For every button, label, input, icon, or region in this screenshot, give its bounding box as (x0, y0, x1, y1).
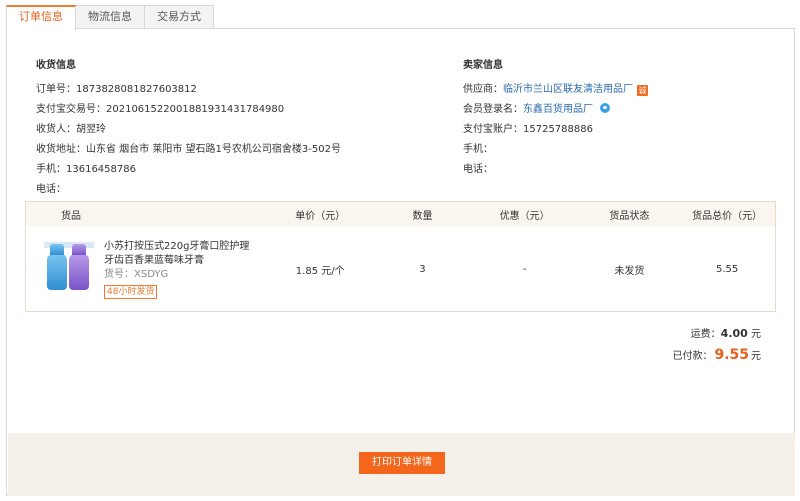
alipay-trade-row: 支付宝交易号：2021061522001881931431784980 (36, 104, 285, 115)
member-link[interactable]: 东鑫百货用品厂 (523, 104, 593, 115)
header-total: 货品总价（元） (692, 210, 763, 222)
product-code: 货号：XSDYG (104, 268, 169, 280)
receiver-address: 山东省 烟台市 莱阳市 望石路1号农机公司宿舍楼3-502号 (86, 144, 341, 155)
tab-logistics-info[interactable]: 物流信息 (75, 5, 145, 29)
seller-info-title: 卖家信息 (463, 60, 503, 71)
wangwang-chat-icon[interactable] (600, 103, 610, 113)
receiver-address-row: 收货地址：山东省 烟台市 莱阳市 望石路1号农机公司宿舍楼3-502号 (36, 144, 341, 155)
header-product: 货品 (61, 210, 81, 222)
receiver-phone-row: 电话： (36, 184, 66, 195)
product-name-link[interactable]: 小苏打按压式220g牙膏口腔护理牙齿百香果蓝莓味牙膏 (104, 240, 254, 268)
toothpaste-bottle-purple (69, 243, 89, 290)
tab-order-info[interactable]: 订单信息 (6, 5, 76, 30)
alipay-account: 15725788886 (523, 124, 593, 135)
receiver-mobile-row: 手机：13616458786 (36, 164, 136, 175)
receiver-name: 胡翌玲 (76, 124, 106, 135)
shipping-fee-value: 4.00 (720, 327, 748, 340)
product-cell: 小苏打按压式220g牙膏口腔护理牙齿百香果蓝莓味牙膏 货号：XSDYG 48小时… (26, 240, 265, 299)
item-status: 未发货 (614, 265, 645, 277)
table-row: 小苏打按压式220g牙膏口腔护理牙齿百香果蓝莓味牙膏 货号：XSDYG 48小时… (26, 226, 775, 312)
receiver-name-row: 收货人：胡翌玲 (36, 124, 106, 135)
order-items-table: 货品 单价（元） 数量 优惠（元） 货品状态 货品总价（元） 小苏打按压式220… (25, 201, 776, 312)
paid-amount: 已付款： 9.55 元 (672, 347, 761, 363)
receiver-info-title: 收货信息 (36, 60, 76, 71)
discount: - (522, 263, 527, 275)
header-status: 货品状态 (609, 210, 650, 222)
tab-transaction-method[interactable]: 交易方式 (144, 5, 214, 29)
seller-mobile-row: 手机： (463, 144, 493, 155)
paid-amount-value: 9.55 (714, 347, 749, 363)
header-unit-price: 单价（元） (295, 210, 346, 222)
seller-info: 卖家信息 供应商：临沂市兰山区联友清洁用品厂诚 会员登录名：东鑫百货用品厂 支付… (463, 56, 648, 180)
integrity-badge-icon: 诚 (637, 85, 648, 96)
header-quantity: 数量 (412, 210, 433, 222)
order-number: 1873828081827603812 (76, 84, 197, 95)
order-detail-panel: 收货信息 订单号：1873828081827603812 支付宝交易号：2021… (6, 28, 795, 496)
footer-bar: 打印订单详情 (8, 433, 795, 496)
item-total: 5.55 (715, 263, 739, 275)
tab-bar: 订单信息 物流信息 交易方式 (6, 5, 214, 30)
product-image[interactable] (44, 241, 94, 292)
supplier-row: 供应商：临沂市兰山区联友清洁用品厂诚 (463, 84, 648, 96)
seller-phone-row: 电话： (463, 164, 493, 175)
print-order-details-button[interactable]: 打印订单详情 (359, 452, 445, 474)
table-header: 货品 单价（元） 数量 优惠（元） 货品状态 货品总价（元） (26, 202, 775, 226)
shipping-time-tag: 48小时发货 (104, 284, 158, 299)
receiver-mobile: 13616458786 (66, 164, 136, 175)
unit-price: 1.85 元/个 (295, 265, 345, 277)
supplier-link[interactable]: 临沂市兰山区联友清洁用品厂 (503, 84, 633, 95)
header-discount: 优惠（元） (499, 210, 550, 222)
alipay-account-row: 支付宝账户：15725788886 (463, 124, 593, 135)
receiver-info: 收货信息 订单号：1873828081827603812 支付宝交易号：2021… (36, 56, 341, 200)
shipping-fee: 运费：4.00 元 (690, 327, 761, 340)
order-number-row: 订单号：1873828081827603812 (36, 84, 197, 95)
toothpaste-bottle-blue (47, 243, 67, 290)
alipay-trade-number: 2021061522001881931431784980 (106, 104, 285, 115)
member-row: 会员登录名：东鑫百货用品厂 (463, 100, 648, 120)
quantity: 3 (419, 263, 426, 275)
